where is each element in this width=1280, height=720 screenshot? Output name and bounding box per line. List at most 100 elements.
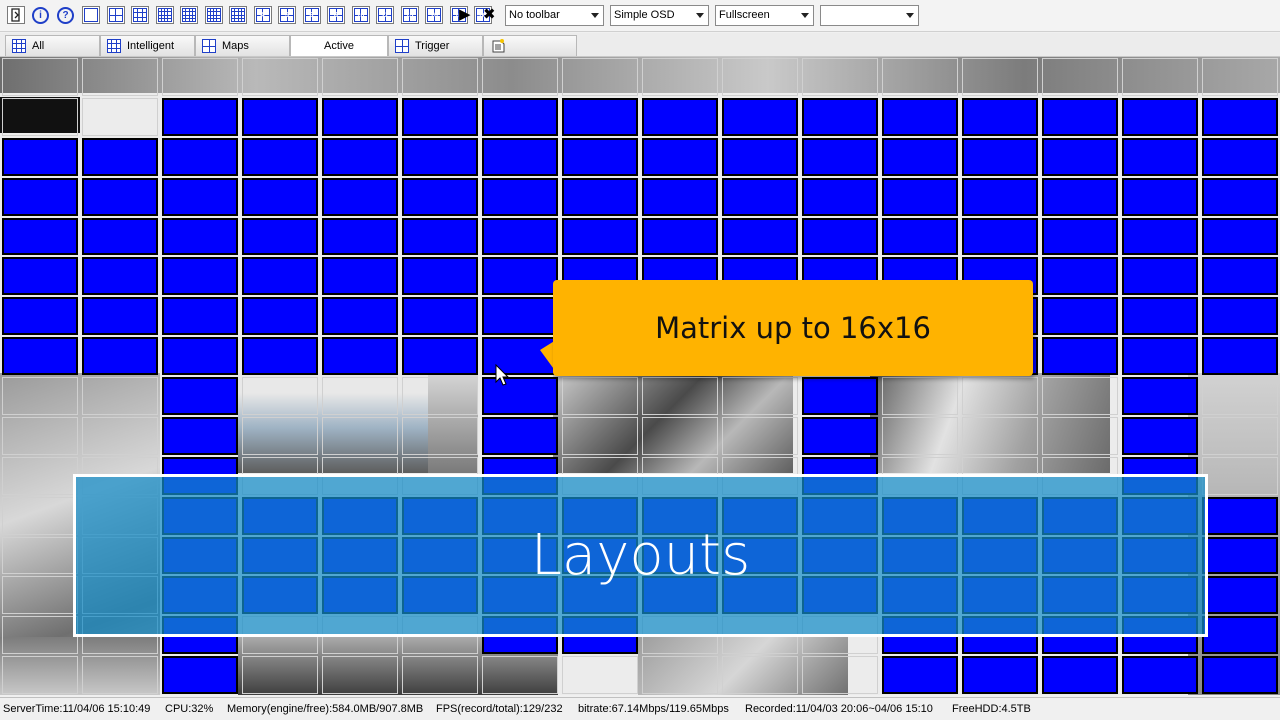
empty-channel[interactable] [642,97,718,136]
empty-channel[interactable] [82,297,158,336]
layout-4-button[interactable]: 4 [253,6,272,24]
layout-13-button[interactable] [204,6,223,24]
empty-channel[interactable] [402,177,478,216]
camera-channel[interactable] [402,656,478,694]
camera-channel[interactable] [1202,377,1278,415]
empty-channel[interactable] [1042,217,1118,256]
camera-channel[interactable] [562,656,638,694]
empty-channel[interactable] [482,416,558,455]
empty-channel[interactable] [562,217,638,256]
empty-channel[interactable] [802,377,878,415]
empty-channel[interactable] [562,177,638,216]
empty-channel[interactable] [1202,656,1278,694]
camera-channel[interactable] [82,656,158,694]
camera-channel[interactable] [562,416,638,455]
camera-channel[interactable] [2,536,78,575]
empty-channel[interactable] [482,217,558,256]
empty-channel[interactable] [482,297,558,336]
empty-channel[interactable] [242,137,318,176]
layout-5-button[interactable]: 5 [278,6,296,24]
camera-channel[interactable] [962,416,1038,455]
camera-channel[interactable] [722,58,798,96]
empty-channel[interactable] [722,97,798,136]
camera-channel[interactable] [1122,58,1198,96]
empty-channel[interactable] [402,217,478,256]
camera-channel[interactable] [882,416,958,455]
empty-channel[interactable] [322,217,398,256]
empty-channel[interactable] [962,656,1038,694]
empty-channel[interactable] [722,137,798,176]
empty-channel[interactable] [322,137,398,176]
camera-channel[interactable] [802,656,878,694]
empty-channel[interactable] [1122,377,1198,415]
empty-channel[interactable] [1042,257,1118,296]
camera-channel[interactable] [82,377,158,415]
empty-channel[interactable] [402,337,478,375]
empty-channel[interactable] [802,217,878,256]
camera-channel[interactable] [2,377,78,415]
empty-channel[interactable] [1202,496,1278,535]
empty-channel[interactable] [482,257,558,296]
empty-channel[interactable] [1202,297,1278,336]
empty-channel[interactable] [962,217,1038,256]
empty-channel[interactable] [162,416,238,455]
empty-channel[interactable] [82,257,158,296]
camera-channel[interactable] [322,656,398,694]
camera-channel[interactable] [482,58,558,96]
camera-channel[interactable] [962,377,1038,415]
camera-channel[interactable] [402,58,478,96]
empty-channel[interactable] [882,97,958,136]
camera-channel[interactable] [642,656,718,694]
tab-all[interactable]: All [5,35,100,56]
empty-channel[interactable] [1042,97,1118,136]
layout-8-button[interactable]: 8 [302,6,321,24]
camera-channel[interactable] [722,377,798,415]
empty-channel[interactable] [1122,416,1198,455]
empty-channel[interactable] [642,177,718,216]
empty-channel[interactable] [2,137,78,176]
tab-trigger[interactable]: Trigger [388,35,483,56]
empty-channel[interactable] [882,217,958,256]
layout-4-button[interactable] [106,6,125,24]
empty-channel[interactable] [402,137,478,176]
empty-channel[interactable] [962,97,1038,136]
camera-channel[interactable] [1202,58,1278,96]
empty-channel[interactable] [482,177,558,216]
camera-channel[interactable] [242,377,318,415]
empty-channel[interactable] [162,377,238,415]
camera-channel[interactable] [2,576,78,615]
camera-channel[interactable] [1042,377,1118,415]
empty-channel[interactable] [642,217,718,256]
empty-channel[interactable] [1202,97,1278,136]
empty-channel[interactable] [162,137,238,176]
camera-channel[interactable] [722,416,798,455]
layout-13-button[interactable]: 13 [400,6,419,24]
empty-channel[interactable] [1202,137,1278,176]
empty-channel[interactable] [82,337,158,375]
camera-channel[interactable] [882,377,958,415]
camera-channel[interactable] [722,656,798,694]
layout-12-button[interactable]: 12 [376,6,394,24]
camera-channel[interactable] [82,97,158,136]
empty-channel[interactable] [1122,337,1198,375]
empty-channel[interactable] [482,97,558,136]
empty-channel[interactable] [402,297,478,336]
layout-16-button[interactable]: 16 [425,6,443,24]
camera-channel[interactable] [2,656,78,694]
empty-channel[interactable] [562,137,638,176]
empty-channel[interactable] [1122,217,1198,256]
camera-channel[interactable] [1202,456,1278,495]
empty-channel[interactable] [882,137,958,176]
empty-channel[interactable] [2,337,78,375]
camera-channel[interactable] [242,656,318,694]
camera-channel[interactable] [322,58,398,96]
empty-channel[interactable] [1122,656,1198,694]
camera-channel[interactable] [242,58,318,96]
layout-1-button[interactable] [82,6,100,24]
empty-channel[interactable] [162,297,238,336]
empty-channel[interactable] [162,337,238,375]
camera-channel[interactable] [642,58,718,96]
layout-16-button[interactable] [229,6,247,24]
tab-intelligent[interactable]: Intelligent [100,35,195,56]
empty-channel[interactable] [482,137,558,176]
